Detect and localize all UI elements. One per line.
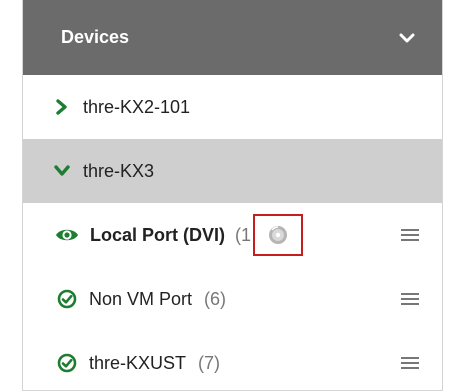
chevron-right-icon[interactable] (53, 98, 71, 116)
device-group-kx3[interactable]: thre-KX3 (23, 139, 442, 203)
port-count: (7) (198, 352, 221, 373)
port-label: Local Port (DVI) (90, 224, 226, 245)
check-circle-icon (56, 288, 78, 310)
port-item-non-vm-port[interactable]: Non VM Port (6) (23, 267, 442, 331)
devices-header[interactable]: Devices (23, 0, 442, 75)
disc-status-box[interactable] (253, 214, 304, 256)
devices-title: Devices (61, 27, 130, 47)
chevron-down-icon[interactable] (53, 162, 71, 180)
port-label: thre-KXUST (89, 352, 187, 373)
port-count: (6) (204, 288, 227, 309)
devices-panel: Devices thre-KX2-101 thre-KX3 Local Port… (22, 0, 443, 391)
hamburger-icon[interactable] (400, 227, 420, 243)
eye-icon (55, 226, 79, 244)
hamburger-icon[interactable] (400, 355, 420, 371)
device-group-kx2-101[interactable]: thre-KX2-101 (23, 75, 442, 139)
check-circle-icon (56, 352, 78, 374)
highlight-box (253, 214, 304, 256)
port-item-kxust[interactable]: thre-KXUST (7) (23, 331, 442, 390)
device-group-label: thre-KX2-101 (83, 96, 191, 117)
device-group-label: thre-KX3 (83, 160, 155, 181)
port-item-local-port[interactable]: Local Port (DVI) (1 (23, 203, 442, 267)
chevron-down-icon[interactable] (396, 27, 418, 49)
hamburger-icon[interactable] (400, 291, 420, 307)
port-count: (1 (235, 224, 252, 245)
port-label: Non VM Port (89, 288, 193, 309)
